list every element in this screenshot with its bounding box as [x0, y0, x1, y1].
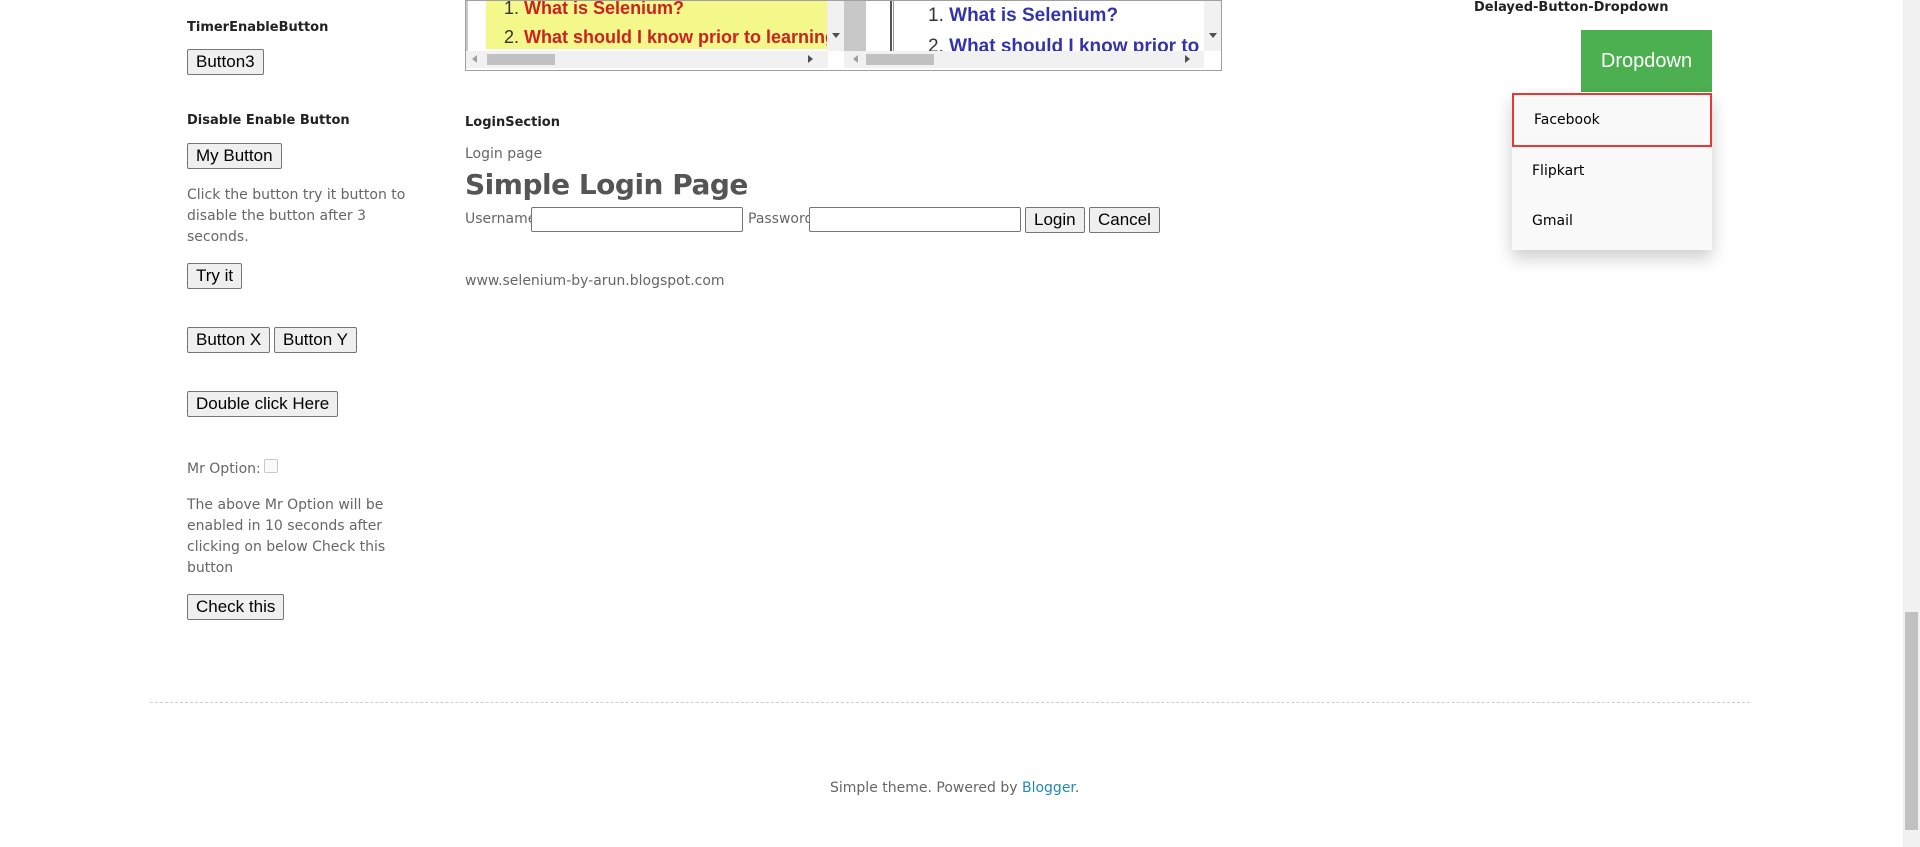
button-x[interactable]: Button X	[187, 327, 271, 353]
button3[interactable]: Button3	[187, 49, 264, 75]
login-button[interactable]: Login	[1025, 207, 1085, 233]
dropdown-menu: Facebook Flipkart Gmail	[1512, 93, 1712, 250]
blogger-link[interactable]: Blogger	[1022, 780, 1075, 796]
footer-divider	[150, 702, 1750, 703]
scroll-left-arrow[interactable]	[472, 55, 477, 63]
username-label: Username	[465, 211, 537, 227]
page-scroll-thumb[interactable]	[1905, 612, 1918, 830]
dropdown-item-facebook[interactable]: Facebook	[1512, 93, 1712, 147]
dropdown-item-flipkart[interactable]: Flipkart	[1512, 147, 1712, 197]
dropdown-item-label: Flipkart	[1532, 163, 1585, 179]
check-this-button[interactable]: Check this	[187, 594, 285, 620]
mr-option-checkbox[interactable]	[264, 459, 278, 473]
cancel-button[interactable]: Cancel	[1089, 207, 1160, 233]
list-link[interactable]: What is Selenium?	[949, 5, 1118, 26]
scroll-thumb[interactable]	[866, 54, 934, 65]
list-number: 1.	[504, 0, 520, 18]
scroll-right-arrow[interactable]	[808, 55, 813, 63]
footer-text: Simple theme. Powered by Blogger.	[830, 778, 1079, 799]
frame-gray-strip	[844, 1, 866, 51]
delayed-dropdown-heading: Delayed-Button-Dropdown	[1474, 0, 1669, 15]
scroll-left-arrow[interactable]	[853, 55, 858, 63]
horizontal-scrollbar[interactable]	[466, 51, 828, 68]
list-link[interactable]: What should I know prior to learning	[524, 27, 836, 47]
scroll-down-arrow[interactable]	[1209, 33, 1217, 38]
scroll-down-arrow[interactable]	[832, 33, 840, 38]
disable-description: Click the button try it button to disabl…	[187, 187, 406, 245]
dropdown-item-label: Facebook	[1534, 112, 1600, 128]
yellow-list-item[interactable]: 2. What should I know prior to learning	[504, 27, 836, 48]
login-section-heading: LoginSection	[465, 115, 560, 130]
vertical-scrollbar[interactable]	[1204, 1, 1221, 51]
vertical-scrollbar[interactable]	[827, 1, 844, 51]
dropdown-button[interactable]: Dropdown	[1581, 30, 1712, 92]
try-it-button[interactable]: Try it	[187, 263, 243, 289]
login-page-label: Login page	[465, 146, 543, 162]
scroll-right-arrow[interactable]	[1185, 55, 1190, 63]
frame-left-border	[466, 1, 468, 51]
list-number: 2.	[504, 27, 520, 47]
list-number: 1.	[928, 5, 944, 26]
site-url-text: www.selenium-by-arun.blogspot.com	[465, 273, 725, 289]
double-click-button[interactable]: Double click Here	[187, 391, 339, 417]
username-input[interactable]	[531, 207, 743, 232]
white-list-item[interactable]: 1. What is Selenium?	[928, 5, 1118, 27]
yellow-text-frame[interactable]: 1. What is Selenium? 2. What should I kn…	[465, 0, 845, 71]
my-button[interactable]: My Button	[187, 143, 282, 169]
footer-prefix: Simple theme. Powered by	[830, 780, 1022, 796]
dropdown-item-label: Gmail	[1532, 213, 1573, 229]
page-vertical-scrollbar[interactable]	[1903, 0, 1920, 847]
horizontal-scrollbar[interactable]	[844, 51, 1204, 68]
button-y[interactable]: Button Y	[274, 327, 357, 353]
mr-option-label: Mr Option:	[187, 461, 261, 477]
password-input[interactable]	[809, 207, 1021, 232]
password-label: Password	[748, 211, 814, 227]
timer-enable-heading: TimerEnableButton	[187, 20, 329, 35]
yellow-list-item[interactable]: 1. What is Selenium?	[504, 0, 684, 19]
dropdown-item-gmail[interactable]: Gmail	[1512, 197, 1712, 249]
disable-enable-heading: Disable Enable Button	[187, 113, 350, 128]
list-link[interactable]: What is Selenium?	[524, 1, 684, 18]
login-page-title: Simple Login Page	[465, 168, 748, 201]
footer-suffix: .	[1074, 780, 1080, 796]
frame-inner-border	[890, 1, 894, 51]
scroll-thumb[interactable]	[487, 54, 555, 65]
mr-option-description: The above Mr Option will be enabled in 1…	[187, 497, 386, 576]
white-text-frame[interactable]: 1. What is Selenium? 2. What should I kn…	[844, 0, 1222, 71]
